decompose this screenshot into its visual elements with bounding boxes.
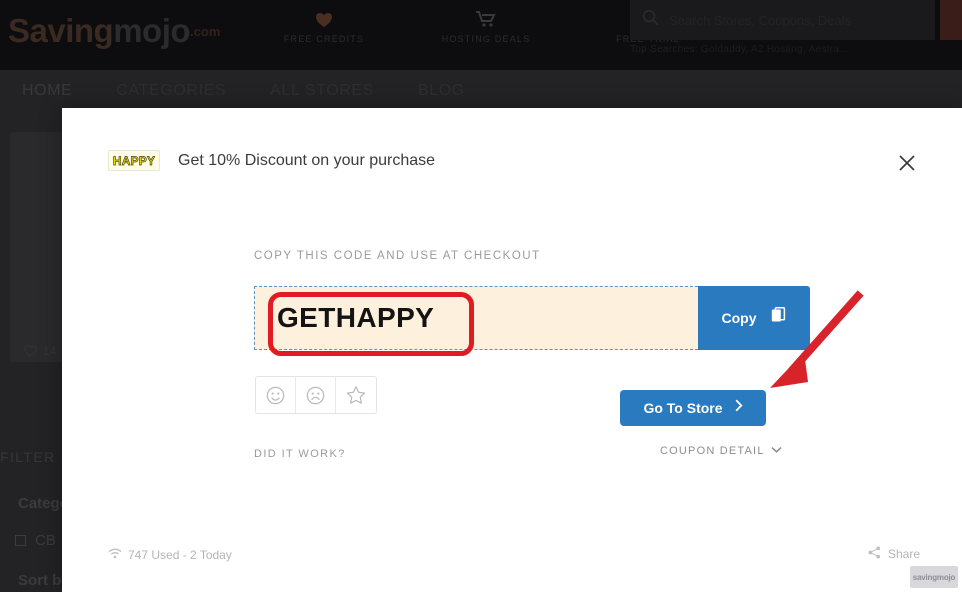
filter-checkbox-label: CB	[35, 532, 56, 549]
copy-button-label: Copy	[721, 310, 757, 326]
happy-face-icon[interactable]	[256, 377, 296, 413]
share-label: Share	[887, 547, 920, 561]
logo-text-part1: Saving	[8, 12, 114, 49]
site-logo[interactable]: Savingmojo.com	[8, 12, 220, 50]
coupon-detail-label: COUPON DETAIL	[660, 445, 765, 457]
offer-title: Get 10% Discount on your purchase	[178, 151, 436, 169]
share-button[interactable]: Share	[868, 546, 920, 562]
favorite-count: 14	[24, 344, 56, 358]
filter-checkbox[interactable]	[15, 535, 26, 546]
cart-icon	[432, 6, 540, 32]
coupon-code-field[interactable]: GETHAPPY	[254, 286, 698, 350]
search-icon	[642, 9, 659, 31]
usage-stat-text: 747 Used - 2 Today	[128, 548, 232, 562]
watermark: savingmojo	[910, 566, 958, 588]
logo-text-suffix: .com	[190, 24, 221, 39]
store-logo-badge: HAPPY	[108, 150, 160, 171]
did-it-work-label: DID IT WORK?	[254, 448, 346, 460]
top-searches-items[interactable]: Goldaddy, A2 Hosting, Aestra...	[701, 44, 849, 55]
heart-icon	[270, 6, 378, 32]
coupon-code-row: GETHAPPY Copy	[254, 286, 810, 350]
favorite-count-label: 14	[43, 344, 57, 358]
chevron-right-icon	[735, 399, 743, 417]
go-to-store-label: Go To Store	[643, 400, 723, 416]
go-to-store-button[interactable]: Go To Store	[620, 390, 766, 426]
top-nav-hosting-deals[interactable]: HOSTING DEALS	[432, 6, 540, 44]
filter-checkbox-row[interactable]: CB	[15, 532, 56, 549]
top-nav-free-credits-label: FREE CREDITS	[283, 34, 365, 44]
copy-button[interactable]: Copy	[698, 286, 810, 350]
signal-icon	[108, 548, 122, 562]
site-top-bar: Savingmojo.com FREE CREDITS HOSTING DEAL…	[0, 0, 962, 70]
nav-item-blog[interactable]: BLOG	[396, 82, 487, 100]
nav-item-categories[interactable]: CATEGORIES	[94, 82, 248, 100]
nav-item-home[interactable]: HOME	[0, 82, 94, 100]
top-nav-hosting-deals-label: HOSTING DEALS	[441, 34, 531, 44]
search-bar[interactable]: Search Stores, Coupons, Deals	[630, 0, 935, 40]
top-searches: Top Searches: Goldaddy, A2 Hosting, Aest…	[630, 44, 848, 55]
coupon-code-text: GETHAPPY	[277, 302, 435, 333]
search-input[interactable]: Search Stores, Coupons, Deals	[669, 13, 851, 28]
modal-header: HAPPY Get 10% Discount on your purchase	[108, 150, 435, 171]
logo-text-part2: mojo	[113, 12, 191, 49]
nav-item-all-stores[interactable]: ALL STORES	[248, 82, 396, 100]
coupon-modal: HAPPY Get 10% Discount on your purchase …	[62, 108, 962, 592]
usage-stat: 747 Used - 2 Today	[108, 548, 232, 562]
star-icon[interactable]	[336, 377, 376, 413]
sad-face-icon[interactable]	[296, 377, 336, 413]
top-searches-label: Top Searches:	[630, 44, 698, 55]
coupon-detail-toggle[interactable]: COUPON DETAIL	[660, 445, 782, 457]
top-nav-free-credits[interactable]: FREE CREDITS	[270, 6, 378, 44]
store-logo-text: HAPPY	[112, 153, 156, 168]
top-right-accent	[940, 0, 962, 40]
copy-instruction-label: COPY THIS CODE AND USE AT CHECKOUT	[254, 250, 541, 262]
main-navigation: HOME CATEGORIES ALL STORES BLOG	[0, 70, 962, 112]
chevron-down-icon	[771, 445, 782, 457]
share-icon	[868, 546, 881, 562]
feedback-button-group	[255, 376, 377, 414]
close-icon[interactable]	[892, 148, 922, 178]
screen-root: Savingmojo.com FREE CREDITS HOSTING DEAL…	[0, 0, 962, 592]
clipboard-icon	[771, 307, 787, 329]
heart-outline-icon	[24, 345, 37, 357]
